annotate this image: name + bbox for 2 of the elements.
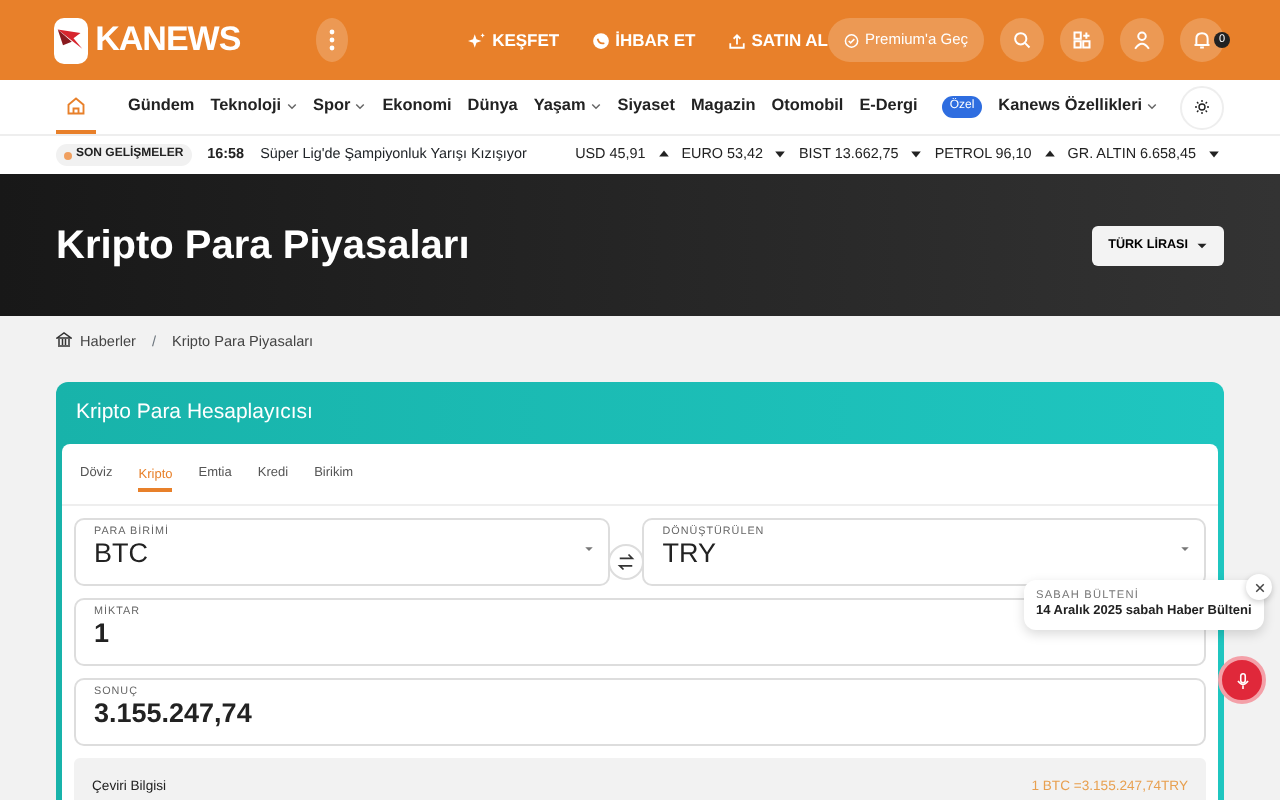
card-title: Kripto Para Hesaplayıcısı xyxy=(74,397,315,428)
page-title: Kripto Para Piyasaları xyxy=(56,221,470,269)
